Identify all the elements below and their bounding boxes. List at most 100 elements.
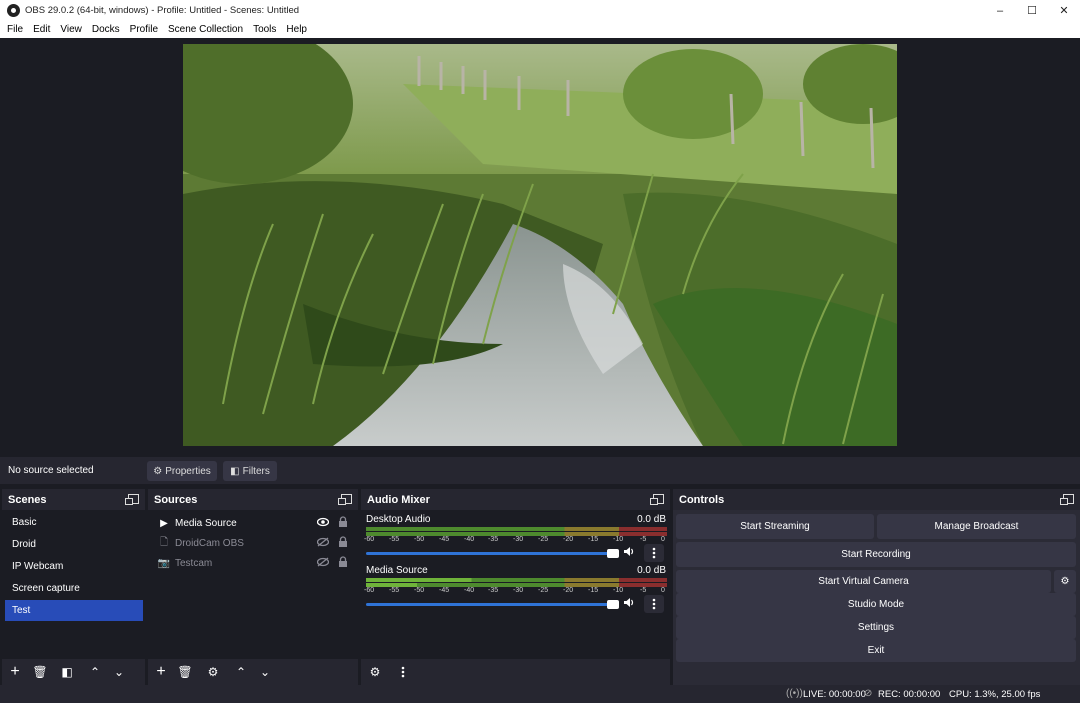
window-title: OBS 29.0.2 (64-bit, windows) - Profile: … (25, 5, 300, 16)
menu-scene-collection[interactable]: Scene Collection (163, 24, 248, 35)
close-button[interactable]: ✕ (1048, 0, 1080, 21)
mixer-channel-desktop-audio: Desktop Audio 0.0 dB -60 -55 -50 -45 -40… (361, 514, 671, 564)
sources-dock-header: Sources (148, 489, 358, 510)
menu-docks[interactable]: Docks (87, 24, 125, 35)
tick: -50 (414, 536, 425, 543)
tick: -20 (563, 536, 574, 543)
title-bar: OBS 29.0.2 (64-bit, windows) - Profile: … (0, 0, 1080, 21)
menu-profile[interactable]: Profile (125, 24, 163, 35)
remove-scene-trash-icon[interactable]: 🗑 (30, 662, 50, 682)
scenes-list: Basic Droid IP Webcam Screen capture Tes… (2, 510, 145, 659)
filters-button[interactable]: ◧ Filters (223, 461, 277, 481)
scene-item-screen-capture[interactable]: Screen capture (5, 578, 143, 599)
move-scene-down-chevron-icon[interactable]: ⌄ (109, 662, 129, 682)
scene-item-ip-webcam[interactable]: IP Webcam (5, 556, 143, 577)
lock-icon[interactable] (338, 516, 348, 528)
tick: -5 (640, 587, 647, 594)
scenes-title: Scenes (8, 493, 47, 506)
channel-db: 0.0 dB (637, 514, 666, 525)
start-virtual-camera-button[interactable]: Start Virtual Camera (676, 570, 1051, 593)
audio-mixer-dock: Audio Mixer Desktop Audio 0.0 dB -60 -55… (361, 489, 670, 685)
preview-area[interactable] (0, 38, 1080, 456)
move-source-down-chevron-icon[interactable]: ⌄ (255, 662, 275, 682)
filters-label: Filters (242, 465, 270, 477)
speaker-icon[interactable] (623, 597, 635, 608)
fader-handle[interactable] (607, 600, 619, 609)
exit-button[interactable]: Exit (676, 639, 1076, 662)
obs-logo-icon (7, 4, 20, 17)
maximize-button[interactable]: ☐ (1016, 0, 1048, 21)
manage-broadcast-button[interactable]: Manage Broadcast (877, 514, 1076, 539)
eye-hidden-icon[interactable] (317, 557, 329, 567)
channel-menu-kebab-icon[interactable] (644, 595, 664, 613)
meter-ticks: -60 -55 -50 -45 -40 -35 -30 -25 -20 -15 … (364, 536, 669, 546)
play-icon: ▶ (160, 517, 168, 529)
scene-item-basic[interactable]: Basic (5, 512, 143, 533)
controls-dock: Controls Start Streaming Manage Broadcas… (673, 489, 1080, 685)
add-source-plus-icon[interactable]: + (151, 662, 171, 682)
advanced-audio-gears-icon[interactable]: ⚙ (365, 662, 385, 682)
source-label: Testcam (175, 557, 213, 569)
audio-mixer-title: Audio Mixer (367, 493, 430, 506)
channel-menu-kebab-icon[interactable] (644, 544, 664, 562)
move-source-up-chevron-icon[interactable]: ⌃ (231, 662, 251, 682)
menu-help[interactable]: Help (281, 24, 312, 35)
rec-timer: REC: 00:00:00 (878, 689, 941, 700)
source-item-testcam[interactable]: 📷 Testcam (151, 553, 351, 573)
add-scene-plus-icon[interactable]: + (5, 662, 25, 682)
mixer-menu-kebab-icon[interactable] (393, 662, 413, 682)
controls-title: Controls (679, 493, 725, 506)
undock-icon[interactable] (125, 494, 139, 505)
start-streaming-button[interactable]: Start Streaming (676, 514, 874, 539)
undock-icon[interactable] (1060, 494, 1074, 505)
tick: -25 (538, 536, 549, 543)
file-icon: 🗋 (159, 536, 169, 548)
scene-filters-icon[interactable]: ◧ (57, 662, 77, 682)
undock-icon[interactable] (650, 494, 664, 505)
tick: -45 (439, 587, 450, 594)
scene-item-droid[interactable]: Droid (5, 534, 143, 555)
source-label: DroidCam OBS (175, 537, 244, 549)
menu-edit[interactable]: Edit (28, 24, 55, 35)
remove-source-trash-icon[interactable]: 🗑 (175, 662, 195, 682)
scene-item-test[interactable]: Test (5, 600, 143, 621)
volume-fader[interactable] (366, 600, 619, 609)
tick: -40 (464, 587, 475, 594)
menu-view[interactable]: View (55, 24, 87, 35)
stream-landscape-image (183, 44, 897, 446)
camera-icon: 📷 (157, 557, 171, 569)
studio-mode-button[interactable]: Studio Mode (676, 593, 1076, 616)
speaker-icon[interactable] (623, 546, 635, 557)
volume-fader[interactable] (366, 549, 619, 558)
status-bar: ((•)) LIVE: 00:00:00 ⊘ REC: 00:00:00 CPU… (0, 685, 1080, 703)
source-item-droidcam-obs[interactable]: 🗋 DroidCam OBS (151, 533, 351, 553)
tick: -55 (389, 536, 400, 543)
volume-meter (366, 578, 667, 582)
tick: -60 (364, 587, 375, 594)
menu-tools[interactable]: Tools (248, 24, 281, 35)
move-scene-up-chevron-icon[interactable]: ⌃ (85, 662, 105, 682)
minimize-button[interactable]: – (984, 0, 1016, 21)
lock-icon[interactable] (338, 556, 348, 568)
lock-icon[interactable] (338, 536, 348, 548)
eye-hidden-icon[interactable] (317, 537, 329, 547)
meter-ticks: -60 -55 -50 -45 -40 -35 -30 -25 -20 -15 … (364, 587, 669, 597)
program-preview-image[interactable] (183, 44, 897, 446)
source-item-media-source[interactable]: ▶ Media Source (151, 513, 351, 533)
properties-button[interactable]: ⚙ Properties (147, 461, 217, 481)
signal-icon: ((•)) (786, 688, 803, 699)
virtual-camera-settings-gear-icon[interactable]: ⚙ (1054, 570, 1076, 593)
settings-button[interactable]: Settings (676, 616, 1076, 639)
gear-icon: ⚙ (153, 465, 163, 477)
menu-file[interactable]: File (2, 24, 28, 35)
tick: -25 (538, 587, 549, 594)
eye-icon[interactable] (317, 517, 329, 527)
sources-list: ▶ Media Source 🗋 DroidCam OBS 📷 Testcam (148, 510, 358, 659)
source-properties-gear-icon[interactable]: ⚙ (203, 662, 223, 682)
filter-icon: ◧ (230, 465, 240, 477)
channel-name: Desktop Audio (366, 514, 431, 525)
undock-icon[interactable] (338, 494, 352, 505)
properties-label: Properties (165, 465, 211, 477)
fader-handle[interactable] (607, 549, 619, 558)
start-recording-button[interactable]: Start Recording (676, 542, 1076, 567)
